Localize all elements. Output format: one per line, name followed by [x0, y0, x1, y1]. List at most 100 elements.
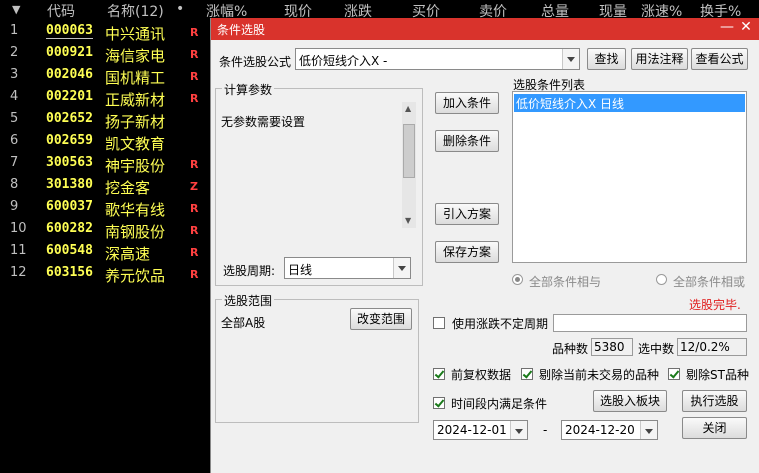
- stock-name: 挖金客: [105, 179, 151, 197]
- col-name[interactable]: 名称(12): [107, 1, 164, 21]
- stock-row[interactable]: 7 300563 神宇股份 R: [0, 153, 210, 175]
- stock-screener-dialog: 条件选股 — ✕ 条件选股公式 低价短线介入X - 查找 用法注释 查看公式 计…: [210, 18, 759, 473]
- params-scrollbar[interactable]: ▲ ▼: [402, 102, 416, 228]
- scroll-down-icon[interactable]: ▼: [405, 216, 411, 225]
- stock-name: 养元饮品: [105, 267, 166, 285]
- stock-row[interactable]: 10 600282 南钢股份 R: [0, 219, 210, 241]
- stock-list-header: ▼ 代码 名称(12) • 涨幅% 现价 涨跌 买价 卖价 总量 现量 涨速% …: [0, 0, 759, 20]
- menu-arrow-icon[interactable]: ▼: [12, 3, 20, 16]
- radio-and[interactable]: [512, 274, 523, 285]
- fwd-adjust-checkbox[interactable]: [433, 368, 445, 380]
- exclude-untraded-checkbox[interactable]: [521, 368, 533, 380]
- stock-code: 600282: [46, 221, 93, 236]
- scrollbar-thumb[interactable]: [403, 124, 415, 178]
- stock-row[interactable]: 1 000063 中兴通讯 R: [0, 21, 210, 43]
- stock-code: 600548: [46, 243, 93, 258]
- stock-row[interactable]: 5 002652 扬子新材: [0, 109, 210, 131]
- stock-flag: R: [190, 202, 199, 215]
- exclude-st-checkbox[interactable]: [668, 368, 680, 380]
- list-item-label: 低价短线介入X 日线: [516, 97, 625, 111]
- view-formula-button[interactable]: 查看公式: [691, 48, 748, 70]
- stock-name: 正威新材: [105, 91, 166, 109]
- stock-row[interactable]: 2 000921 海信家电 R: [0, 43, 210, 65]
- period-value: 日线: [288, 263, 313, 277]
- list-item[interactable]: 低价短线介入X 日线: [514, 94, 745, 112]
- exclude-untraded-label: 剔除当前未交易的品种: [539, 368, 660, 382]
- chevron-down-icon[interactable]: [393, 258, 410, 278]
- period-select[interactable]: 日线: [284, 257, 411, 279]
- stock-name: 歌华有线: [105, 201, 166, 219]
- to-block-button[interactable]: 选股入板块: [593, 390, 667, 412]
- stock-flag: R: [190, 70, 199, 83]
- range-value: 全部A股: [221, 316, 266, 330]
- dialog-title: 条件选股: [217, 23, 266, 37]
- variable-period-field[interactable]: [553, 314, 747, 332]
- selected-field: 12/0.2%: [677, 338, 747, 356]
- stock-name: 神宇股份: [105, 157, 166, 175]
- row-index: 1: [10, 23, 19, 38]
- stock-flag: R: [190, 92, 199, 105]
- close-icon[interactable]: ✕: [738, 19, 754, 35]
- close-button[interactable]: 关闭: [682, 417, 747, 439]
- dialog-titlebar[interactable]: 条件选股 — ✕: [211, 18, 759, 40]
- variable-period-checkbox[interactable]: [433, 317, 445, 329]
- stock-code: 301380: [46, 177, 93, 192]
- stock-row[interactable]: 8 301380 挖金客 Z: [0, 175, 210, 197]
- end-date-value: 2024-12-20: [565, 423, 635, 437]
- col-code[interactable]: 代码: [47, 1, 75, 21]
- stock-row[interactable]: 4 002201 正威新材 R: [0, 87, 210, 109]
- delete-condition-button[interactable]: 删除条件: [435, 130, 499, 152]
- condition-list[interactable]: 低价短线介入X 日线: [512, 91, 747, 263]
- row-index: 9: [10, 199, 19, 214]
- stock-code: 002659: [46, 133, 93, 148]
- stock-name: 深高速: [105, 245, 151, 263]
- stock-flag: R: [190, 158, 199, 171]
- row-index: 2: [10, 45, 19, 60]
- chevron-down-icon[interactable]: [640, 421, 657, 439]
- minimize-icon[interactable]: —: [719, 19, 735, 35]
- stock-row[interactable]: 12 603156 养元饮品 R: [0, 263, 210, 285]
- selected-label: 选中数: [638, 342, 675, 356]
- stock-row[interactable]: 3 002046 国机精工 R: [0, 65, 210, 87]
- change-range-button[interactable]: 改变范围: [350, 308, 412, 330]
- col-dot[interactable]: •: [176, 1, 184, 17]
- stock-flag: R: [190, 268, 199, 281]
- stock-row[interactable]: 9 600037 歌华有线 R: [0, 197, 210, 219]
- import-scheme-button[interactable]: 引入方案: [435, 203, 499, 225]
- period-label: 选股周期:: [223, 264, 276, 278]
- stock-flag: R: [190, 26, 199, 39]
- stock-row[interactable]: 6 002659 凯文教育: [0, 131, 210, 153]
- radio-or[interactable]: [656, 274, 667, 285]
- stock-flag: R: [190, 224, 199, 237]
- params-text: 无参数需要设置: [221, 115, 306, 129]
- execute-button[interactable]: 执行选股: [682, 390, 747, 412]
- stock-name: 国机精工: [105, 69, 166, 87]
- stock-code: 300563: [46, 155, 93, 170]
- stock-code: 002201: [46, 89, 93, 104]
- date-separator: -: [543, 423, 548, 437]
- stock-name: 中兴通讯: [105, 25, 166, 43]
- row-index: 11: [10, 243, 27, 258]
- row-index: 5: [10, 111, 19, 126]
- fwd-adjust-label: 前复权数据: [451, 368, 512, 382]
- scroll-up-icon[interactable]: ▲: [405, 104, 411, 113]
- row-index: 6: [10, 133, 19, 148]
- end-date-picker[interactable]: 2024-12-20: [561, 420, 658, 440]
- add-condition-button[interactable]: 加入条件: [435, 92, 499, 114]
- row-index: 10: [10, 221, 27, 236]
- usage-notes-button[interactable]: 用法注释: [631, 48, 688, 70]
- row-index: 4: [10, 89, 19, 104]
- count-label: 品种数: [552, 342, 589, 356]
- params-title: 计算参数: [222, 81, 275, 98]
- period-satisfy-checkbox[interactable]: [433, 397, 445, 409]
- formula-select[interactable]: 低价短线介入X -: [295, 48, 580, 70]
- formula-label: 条件选股公式: [219, 55, 292, 69]
- stock-code: 000921: [46, 45, 93, 60]
- save-scheme-button[interactable]: 保存方案: [435, 241, 499, 263]
- chevron-down-icon[interactable]: [562, 49, 579, 69]
- stock-row[interactable]: 11 600548 深高速 R: [0, 241, 210, 263]
- chevron-down-icon[interactable]: [510, 421, 527, 439]
- count-value: 5380: [594, 340, 625, 354]
- find-button[interactable]: 查找: [587, 48, 626, 70]
- start-date-picker[interactable]: 2024-12-01: [433, 420, 528, 440]
